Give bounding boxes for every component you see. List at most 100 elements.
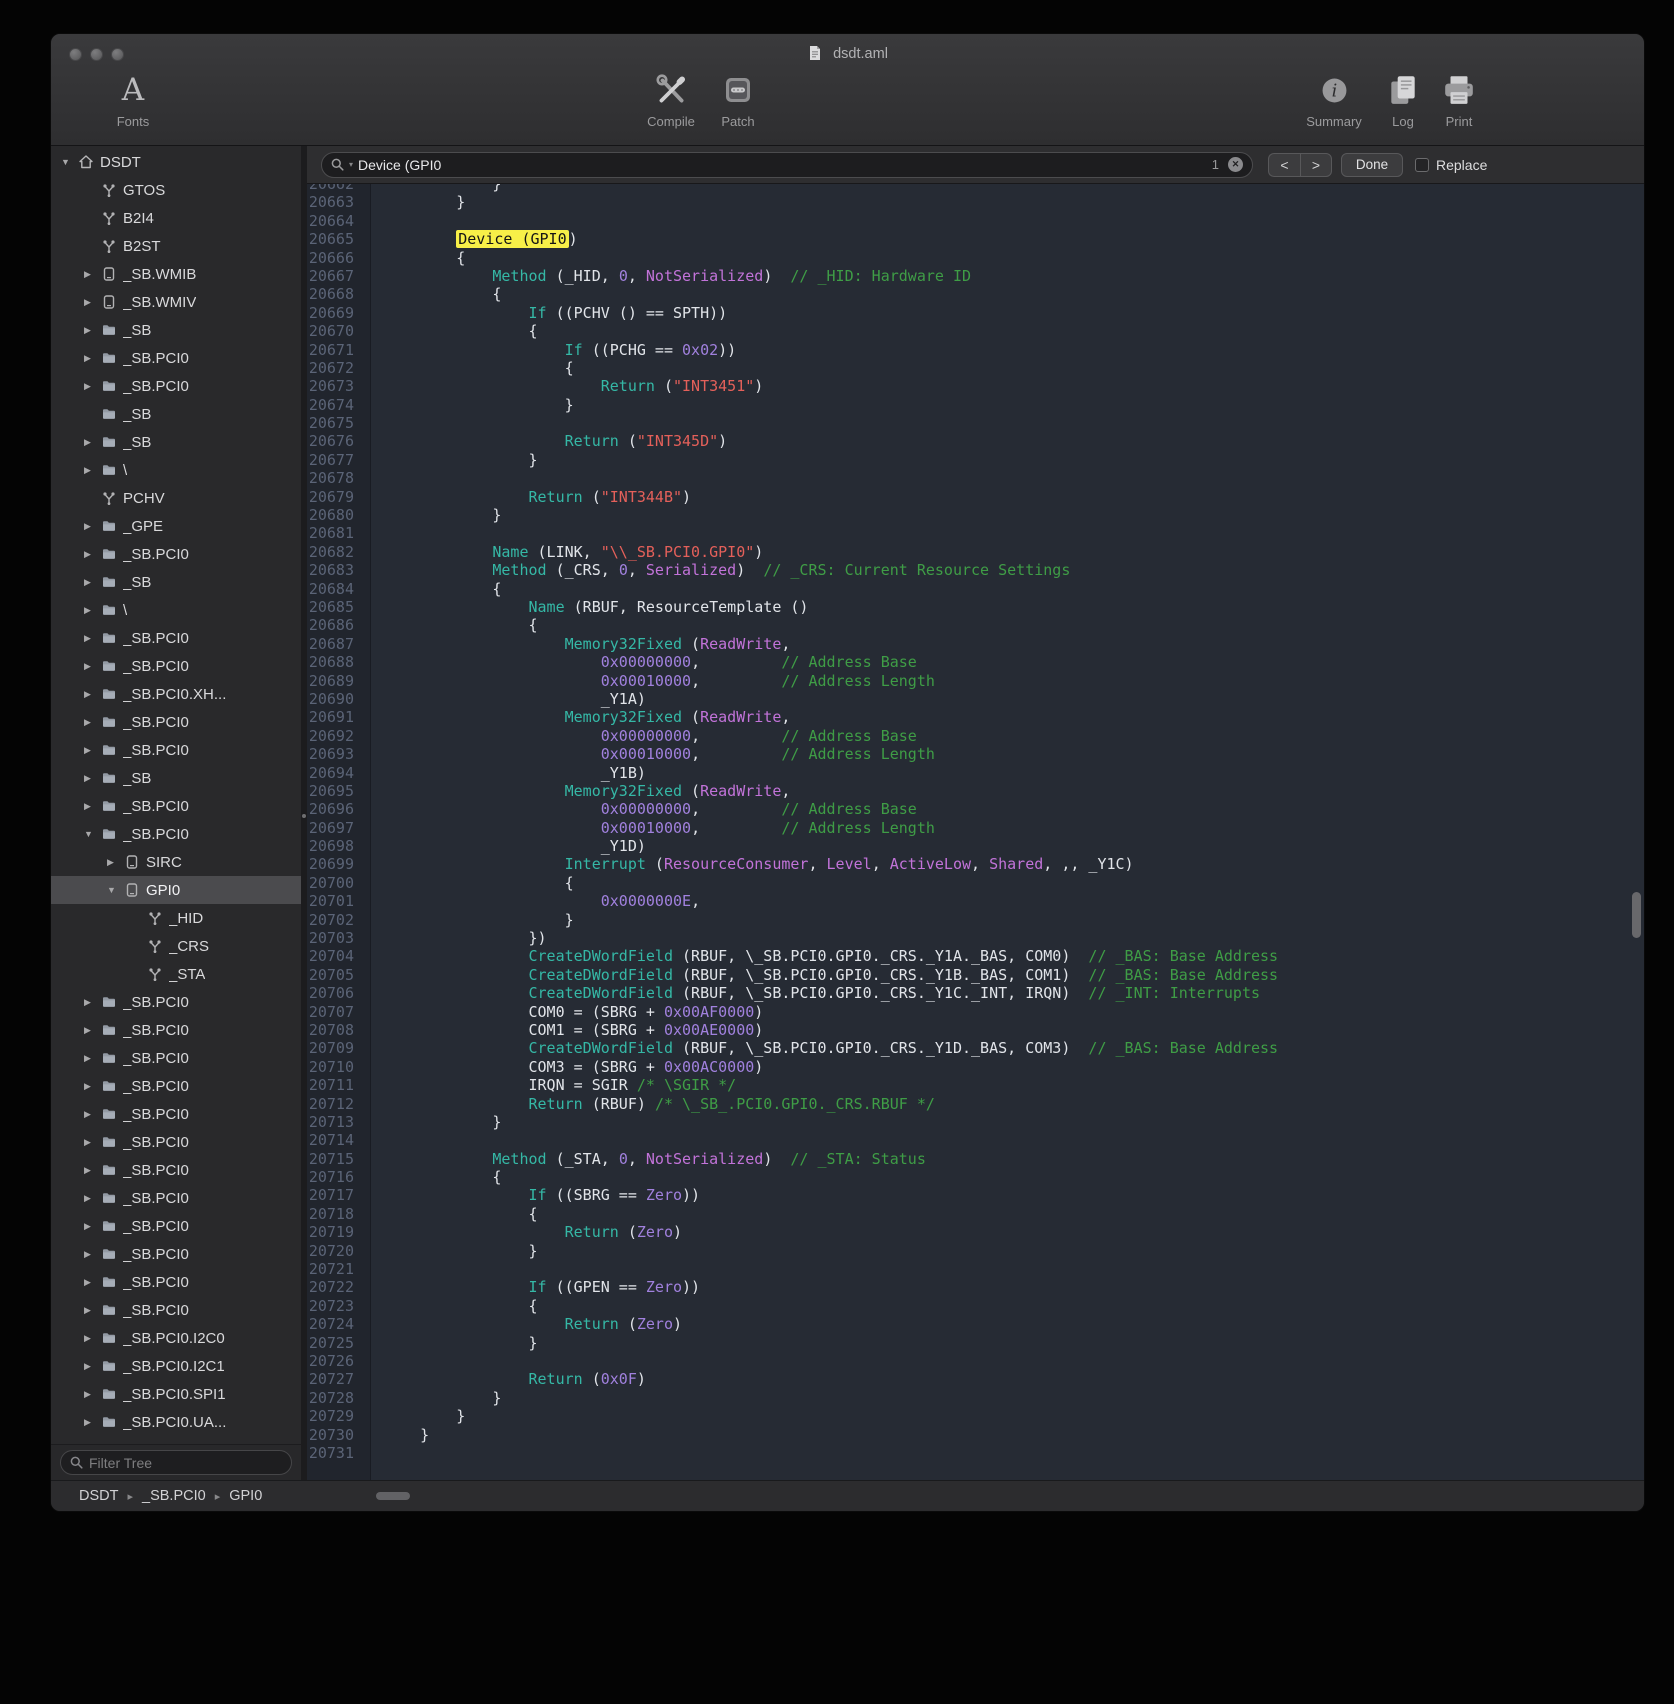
disclosure-closed-icon[interactable]: ▶	[84, 1417, 101, 1428]
disclosure-closed-icon[interactable]: ▶	[84, 1109, 101, 1120]
disclosure-open-icon[interactable]: ▼	[84, 829, 101, 839]
tree-item-sb-pci0[interactable]: ▼_SB.PCI0	[51, 820, 301, 848]
disclosure-open-icon[interactable]: ▼	[61, 157, 78, 167]
code-text[interactable]: _Y1D)	[363, 837, 646, 855]
tree-item-sb[interactable]: ▶_SB	[51, 316, 301, 344]
code-text[interactable]: CreateDWordField (RBUF, \_SB.PCI0.GPI0._…	[363, 984, 1260, 1002]
code-text[interactable]: {	[363, 285, 501, 303]
disclosure-closed-icon[interactable]: ▶	[84, 605, 101, 616]
code-text[interactable]: }	[363, 193, 465, 211]
disclosure-closed-icon[interactable]: ▶	[84, 1081, 101, 1092]
code-text[interactable]: }	[363, 1334, 538, 1352]
code-text[interactable]: Device (GPI0)	[363, 230, 578, 248]
code-text[interactable]: Name (LINK, "\\_SB.PCI0.GPI0")	[363, 543, 763, 561]
disclosure-closed-icon[interactable]: ▶	[84, 437, 101, 448]
tree-item-sb-pci0-xh[interactable]: ▶_SB.PCI0.XH...	[51, 680, 301, 708]
tree-item-[interactable]: ▶\	[51, 456, 301, 484]
clear-search-icon[interactable]: ✕	[1228, 157, 1243, 172]
tree-item-sb[interactable]: _SB	[51, 400, 301, 428]
tree-item-dsdt[interactable]: ▼DSDT	[51, 148, 301, 176]
disclosure-closed-icon[interactable]: ▶	[84, 521, 101, 532]
vertical-scrollbar[interactable]	[1632, 892, 1641, 938]
tree-item-sb-pci0[interactable]: ▶_SB.PCI0	[51, 1100, 301, 1128]
disclosure-closed-icon[interactable]: ▶	[84, 997, 101, 1008]
tree-item-[interactable]: ▶\	[51, 596, 301, 624]
tree-item-sb-pci0-ua[interactable]: ▶_SB.PCI0.UA...	[51, 1408, 301, 1436]
tree-item-pchv[interactable]: PCHV	[51, 484, 301, 512]
disclosure-closed-icon[interactable]: ▶	[84, 1389, 101, 1400]
code-text[interactable]: IRQN = SGIR /* \SGIR */	[363, 1076, 736, 1094]
code-text[interactable]: })	[363, 929, 547, 947]
tree-item-sb-pci0[interactable]: ▶_SB.PCI0	[51, 540, 301, 568]
tree-item-sb-pci0[interactable]: ▶_SB.PCI0	[51, 344, 301, 372]
search-icon[interactable]	[331, 158, 344, 171]
code-text[interactable]: Return (0x0F)	[363, 1370, 646, 1388]
code-text[interactable]	[363, 212, 384, 230]
tree-item-sb-pci0[interactable]: ▶_SB.PCI0	[51, 1016, 301, 1044]
code-text[interactable]: {	[363, 580, 501, 598]
code-text[interactable]: 0x00010000, // Address Length	[363, 745, 935, 763]
code-text[interactable]	[363, 1444, 384, 1462]
code-text[interactable]	[363, 1131, 384, 1149]
code-text[interactable]: {	[363, 322, 538, 340]
code-text[interactable]: CreateDWordField (RBUF, \_SB.PCI0.GPI0._…	[363, 947, 1278, 965]
code-text[interactable]: Memory32Fixed (ReadWrite,	[363, 708, 790, 726]
disclosure-closed-icon[interactable]: ▶	[84, 661, 101, 672]
disclosure-closed-icon[interactable]: ▶	[84, 1305, 101, 1316]
tree-item-sb-pci0-i2c0[interactable]: ▶_SB.PCI0.I2C0	[51, 1324, 301, 1352]
disclosure-closed-icon[interactable]: ▶	[84, 577, 101, 588]
toolbar-compile-button[interactable]: Compile	[633, 68, 709, 129]
disclosure-closed-icon[interactable]: ▶	[84, 1193, 101, 1204]
tree-item-gpe[interactable]: ▶_GPE	[51, 512, 301, 540]
next-match-button[interactable]: >	[1300, 153, 1332, 177]
disclosure-closed-icon[interactable]: ▶	[84, 773, 101, 784]
code-text[interactable]: COM3 = (SBRG + 0x00AC0000)	[363, 1058, 763, 1076]
code-text[interactable]: }	[363, 396, 574, 414]
breadcrumb-item-sb-pci0[interactable]: _SB.PCI0	[142, 1488, 206, 1504]
disclosure-closed-icon[interactable]: ▶	[84, 325, 101, 336]
tree-item-b2i4[interactable]: B2I4	[51, 204, 301, 232]
tree-item-b2st[interactable]: B2ST	[51, 232, 301, 260]
toolbar-summary-button[interactable]: i Summary	[1296, 68, 1372, 129]
code-text[interactable]: COM0 = (SBRG + 0x00AF0000)	[363, 1003, 763, 1021]
code-text[interactable]: }	[363, 1113, 501, 1131]
tree-item-sb-pci0[interactable]: ▶_SB.PCI0	[51, 1072, 301, 1100]
code-text[interactable]: Name (RBUF, ResourceTemplate ()	[363, 598, 808, 616]
disclosure-closed-icon[interactable]: ▶	[84, 1137, 101, 1148]
breadcrumb-item-dsdt[interactable]: DSDT	[79, 1488, 118, 1504]
code-text[interactable]: If ((PCHV () == SPTH))	[363, 304, 727, 322]
code-text[interactable]: 0x00000000, // Address Base	[363, 653, 917, 671]
code-text[interactable]: }	[363, 1426, 429, 1444]
tree-item-sb-pci0[interactable]: ▶_SB.PCI0	[51, 1044, 301, 1072]
code-text[interactable]: Return ("INT345D")	[363, 432, 727, 450]
code-text[interactable]: COM1 = (SBRG + 0x00AE0000)	[363, 1021, 763, 1039]
tree-item-sb[interactable]: ▶_SB	[51, 428, 301, 456]
tree-item-sta[interactable]: _STA	[51, 960, 301, 988]
disclosure-closed-icon[interactable]: ▶	[84, 1025, 101, 1036]
code-text[interactable]: {	[363, 359, 574, 377]
code-text[interactable]: If ((GPEN == Zero))	[363, 1278, 700, 1296]
tree-item-sb[interactable]: ▶_SB	[51, 764, 301, 792]
replace-checkbox[interactable]	[1415, 158, 1429, 172]
disclosure-closed-icon[interactable]: ▶	[84, 353, 101, 364]
tree-item-crs[interactable]: _CRS	[51, 932, 301, 960]
code-text[interactable]: Return (RBUF) /* \_SB_.PCI0.GPI0._CRS.RB…	[363, 1095, 935, 1113]
code-text[interactable]: Interrupt (ResourceConsumer, Level, Acti…	[363, 855, 1134, 873]
disclosure-closed-icon[interactable]: ▶	[84, 633, 101, 644]
code-text[interactable]: }	[363, 451, 538, 469]
code-text[interactable]: 0x00010000, // Address Length	[363, 672, 935, 690]
tree-item-sirc[interactable]: ▶SIRC	[51, 848, 301, 876]
disclosure-closed-icon[interactable]: ▶	[84, 745, 101, 756]
code-text[interactable]: Return (Zero)	[363, 1223, 682, 1241]
code-text[interactable]: }	[363, 1242, 538, 1260]
code-text[interactable]: Method (_HID, 0, NotSerialized) // _HID:…	[363, 267, 971, 285]
tree-item-sb-pci0[interactable]: ▶_SB.PCI0	[51, 624, 301, 652]
tree-item-sb-pci0[interactable]: ▶_SB.PCI0	[51, 372, 301, 400]
code-text[interactable]: }	[363, 1389, 501, 1407]
code-text[interactable]: Return ("INT344B")	[363, 488, 691, 506]
horizontal-scrollbar[interactable]	[376, 1492, 410, 1500]
disclosure-closed-icon[interactable]: ▶	[84, 1333, 101, 1344]
code-text[interactable]: Method (_STA, 0, NotSerialized) // _STA:…	[363, 1150, 926, 1168]
tree-item-sb-pci0-spi1[interactable]: ▶_SB.PCI0.SPI1	[51, 1380, 301, 1408]
code-text[interactable]: CreateDWordField (RBUF, \_SB.PCI0.GPI0._…	[363, 1039, 1278, 1057]
